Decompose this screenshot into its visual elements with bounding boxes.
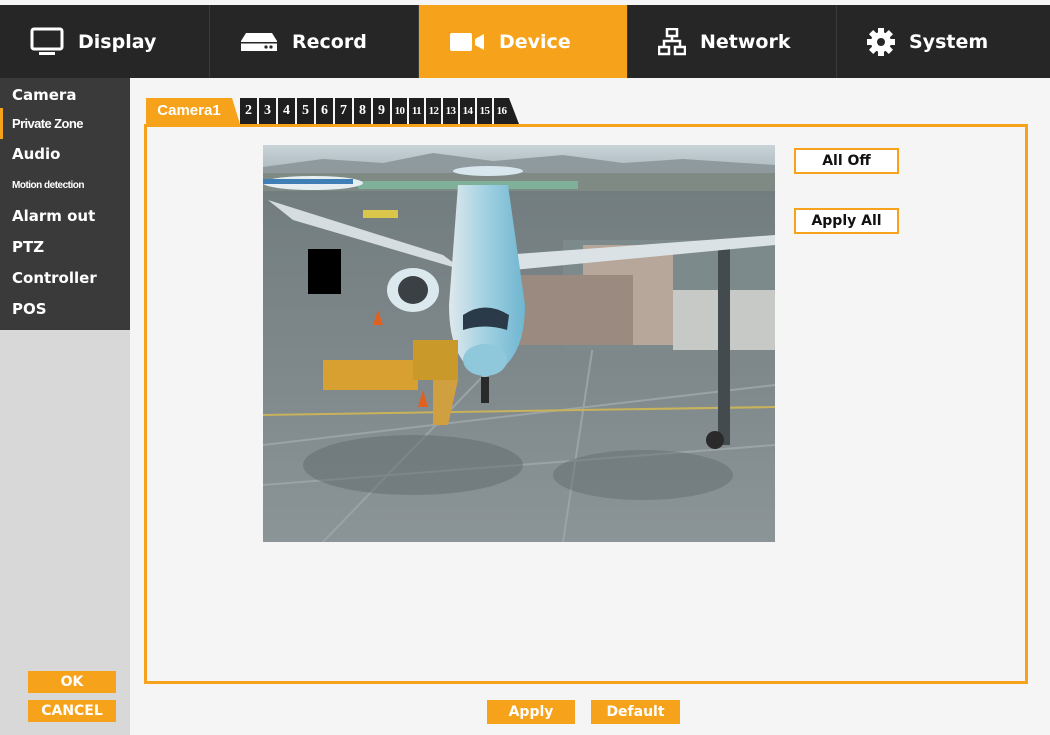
sidebar-item-pos[interactable]: POS	[0, 294, 130, 325]
cancel-button[interactable]: CANCEL	[28, 700, 116, 722]
hard-drive-icon	[240, 31, 278, 53]
tab-camera-1[interactable]: Camera1	[146, 98, 240, 124]
tab-camera-13[interactable]: 13	[443, 98, 458, 124]
monitor-icon	[30, 27, 64, 57]
tab-display[interactable]: Display	[0, 5, 209, 78]
apply-all-button[interactable]: Apply All	[794, 208, 899, 234]
default-button[interactable]: Default	[591, 700, 680, 724]
tab-camera-9[interactable]: 9	[373, 98, 390, 124]
tab-network[interactable]: Network	[627, 5, 836, 78]
sidebar: Camera Private Zone Audio Motion detecti…	[0, 78, 130, 735]
sidebar-item-ptz[interactable]: PTZ	[0, 232, 130, 263]
tab-camera-5[interactable]: 5	[297, 98, 314, 124]
tab-camera-15[interactable]: 15	[477, 98, 492, 124]
gear-icon	[867, 27, 895, 56]
camera-preview-image	[263, 145, 775, 542]
tab-system[interactable]: System	[836, 5, 1045, 78]
tab-camera-16[interactable]: 16	[494, 98, 509, 124]
tab-camera-7[interactable]: 7	[335, 98, 352, 124]
tab-record[interactable]: Record	[209, 5, 418, 78]
camera-icon	[449, 31, 485, 53]
privacy-mask[interactable]	[308, 249, 341, 294]
tab-label: Display	[78, 30, 157, 53]
apply-button[interactable]: Apply	[487, 700, 575, 724]
tab-camera-3[interactable]: 3	[259, 98, 276, 124]
tab-camera-6[interactable]: 6	[316, 98, 333, 124]
sidebar-item-private-zone[interactable]: Private Zone	[0, 108, 130, 139]
sidebar-item-controller[interactable]: Controller	[0, 263, 130, 294]
tab-camera-2[interactable]: 2	[240, 98, 257, 124]
main-menu: Display Record Device Network System	[0, 5, 1050, 78]
tab-camera-4[interactable]: 4	[278, 98, 295, 124]
tab-camera-10[interactable]: 10	[392, 98, 407, 124]
tab-camera-14[interactable]: 14	[460, 98, 475, 124]
network-icon	[658, 27, 686, 56]
tab-camera-11[interactable]: 11	[409, 98, 424, 124]
tab-label: System	[909, 30, 989, 53]
sidebar-item-motion-detection[interactable]: Motion detection	[0, 170, 130, 201]
tab-label: Device	[499, 30, 571, 53]
sidebar-item-camera[interactable]: Camera	[0, 86, 130, 108]
sidebar-menu: Camera Private Zone Audio Motion detecti…	[0, 78, 130, 330]
camera-preview[interactable]	[263, 145, 775, 542]
ok-button[interactable]: OK	[28, 671, 116, 693]
tab-camera-8[interactable]: 8	[354, 98, 371, 124]
tab-label: Record	[292, 30, 367, 53]
tab-label: Network	[700, 30, 791, 53]
tab-device[interactable]: Device	[418, 5, 627, 78]
sidebar-item-alarm-out[interactable]: Alarm out	[0, 201, 130, 232]
all-off-button[interactable]: All Off	[794, 148, 899, 174]
camera-tabs: Camera1 2 3 4 5 6 7 8 9 10 11 12 13 14 1…	[146, 96, 519, 124]
sidebar-item-audio[interactable]: Audio	[0, 139, 130, 170]
tab-strip-end	[509, 98, 519, 124]
tab-camera-12[interactable]: 12	[426, 98, 441, 124]
